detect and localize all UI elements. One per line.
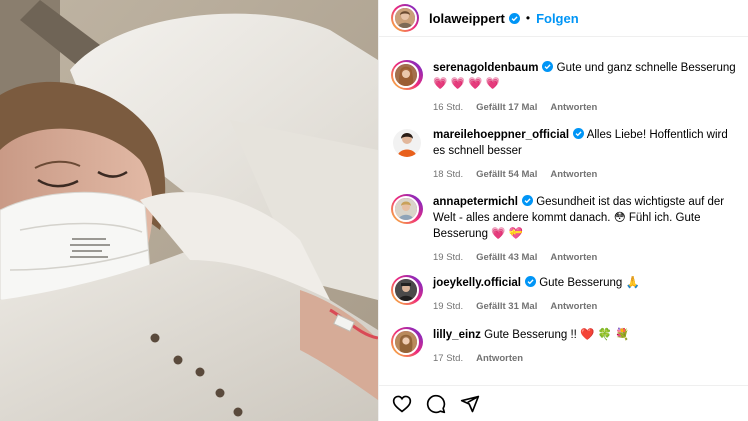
comment-item: lilly_einz Gute Besserung !! ❤️ 🍀 💐 17 S… (391, 327, 741, 367)
post-header: lolaweippert • Folgen (379, 0, 748, 36)
reply-button[interactable]: Antworten (550, 167, 597, 183)
comment-avatar-ring[interactable] (391, 327, 423, 357)
comment-meta: 19 Std. Gefällt 31 Mal Antworten (433, 299, 741, 315)
comment-text: Gute Besserung !! (484, 329, 577, 341)
share-icon[interactable] (460, 394, 480, 414)
comment-item: annapetermichl Gesundheit ist das wichti… (391, 194, 741, 266)
comment-time[interactable]: 18 Std. (433, 167, 463, 183)
comment-username[interactable]: joeykelly.official (433, 277, 521, 289)
verified-badge-icon (508, 12, 520, 24)
comment-likes[interactable]: Gefällt 31 Mal (476, 299, 537, 315)
commenter-avatar (395, 279, 417, 301)
comment-username[interactable]: serenagoldenbaum (433, 62, 538, 74)
commenter-avatar (395, 331, 417, 353)
comment-avatar-ring[interactable] (391, 194, 423, 224)
hospital-photo-illustration (0, 0, 378, 421)
comment-meta: 18 Std. Gefällt 54 Mal Antworten (433, 167, 741, 183)
reply-button[interactable]: Antworten (550, 250, 597, 266)
commenter-avatar (395, 64, 417, 86)
comment-item: serenagoldenbaum Gute und ganz schnelle … (391, 60, 741, 116)
post-photo (0, 0, 378, 421)
post-actions-bar (379, 385, 748, 421)
comment-avatar-ring[interactable] (391, 60, 423, 90)
comment-item: joeykelly.official Gute Besserung 🙏 19 S… (391, 275, 741, 315)
post-author-username[interactable]: lolaweippert (429, 11, 505, 26)
comment-item: mareilehoeppner_official Alles Liebe! Ho… (391, 127, 741, 183)
avatar-image (393, 129, 421, 157)
comment-emoji: 🙏 (625, 277, 640, 289)
reply-button[interactable]: Antworten (476, 351, 523, 367)
comment-meta: 16 Std. Gefällt 17 Mal Antworten (433, 100, 741, 116)
comments-list[interactable]: serenagoldenbaum Gute und ganz schnelle … (379, 37, 748, 383)
comment-emoji: ❤️ 🍀 💐 (580, 329, 630, 341)
comment-username[interactable]: mareilehoeppner_official (433, 129, 569, 141)
verified-badge-icon (542, 61, 554, 72)
comment-emoji: 💗 💗 💗 💗 (433, 78, 500, 90)
comment-likes[interactable]: Gefällt 43 Mal (476, 250, 537, 266)
verified-badge-icon (522, 195, 533, 206)
comment-meta: 17 Std. Antworten (433, 351, 741, 367)
reply-button[interactable]: Antworten (550, 100, 597, 116)
commenter-avatar[interactable] (393, 129, 421, 157)
comments-panel: lolaweippert • Folgen serenagoldenbaum G… (378, 0, 748, 421)
comment-meta: 19 Std. Gefällt 43 Mal Antworten (433, 250, 741, 266)
reply-button[interactable]: Antworten (550, 299, 597, 315)
comment-time[interactable]: 16 Std. (433, 100, 463, 116)
separator-dot: • (525, 11, 531, 25)
follow-button[interactable]: Folgen (536, 11, 579, 26)
verified-badge-icon (525, 276, 536, 287)
author-avatar (395, 8, 415, 28)
comment-likes[interactable]: Gefällt 54 Mal (476, 167, 537, 183)
comment-text: Gute und ganz schnelle Besserung (556, 62, 736, 74)
heart-icon[interactable] (392, 394, 412, 413)
comment-time[interactable]: 17 Std. (433, 351, 463, 367)
comment-avatar-ring[interactable] (391, 275, 423, 305)
comment-username[interactable]: annapetermichl (433, 196, 518, 208)
commenter-avatar (395, 198, 417, 220)
verified-badge-icon (573, 128, 585, 139)
comment-username[interactable]: lilly_einz (433, 329, 481, 341)
comment-text: Gute Besserung (539, 277, 623, 289)
comment-icon[interactable] (426, 394, 446, 414)
comment-time[interactable]: 19 Std. (433, 299, 463, 315)
comment-likes[interactable]: Gefällt 17 Mal (476, 100, 537, 116)
comment-time[interactable]: 19 Std. (433, 250, 463, 266)
author-avatar-ring[interactable] (391, 4, 419, 32)
